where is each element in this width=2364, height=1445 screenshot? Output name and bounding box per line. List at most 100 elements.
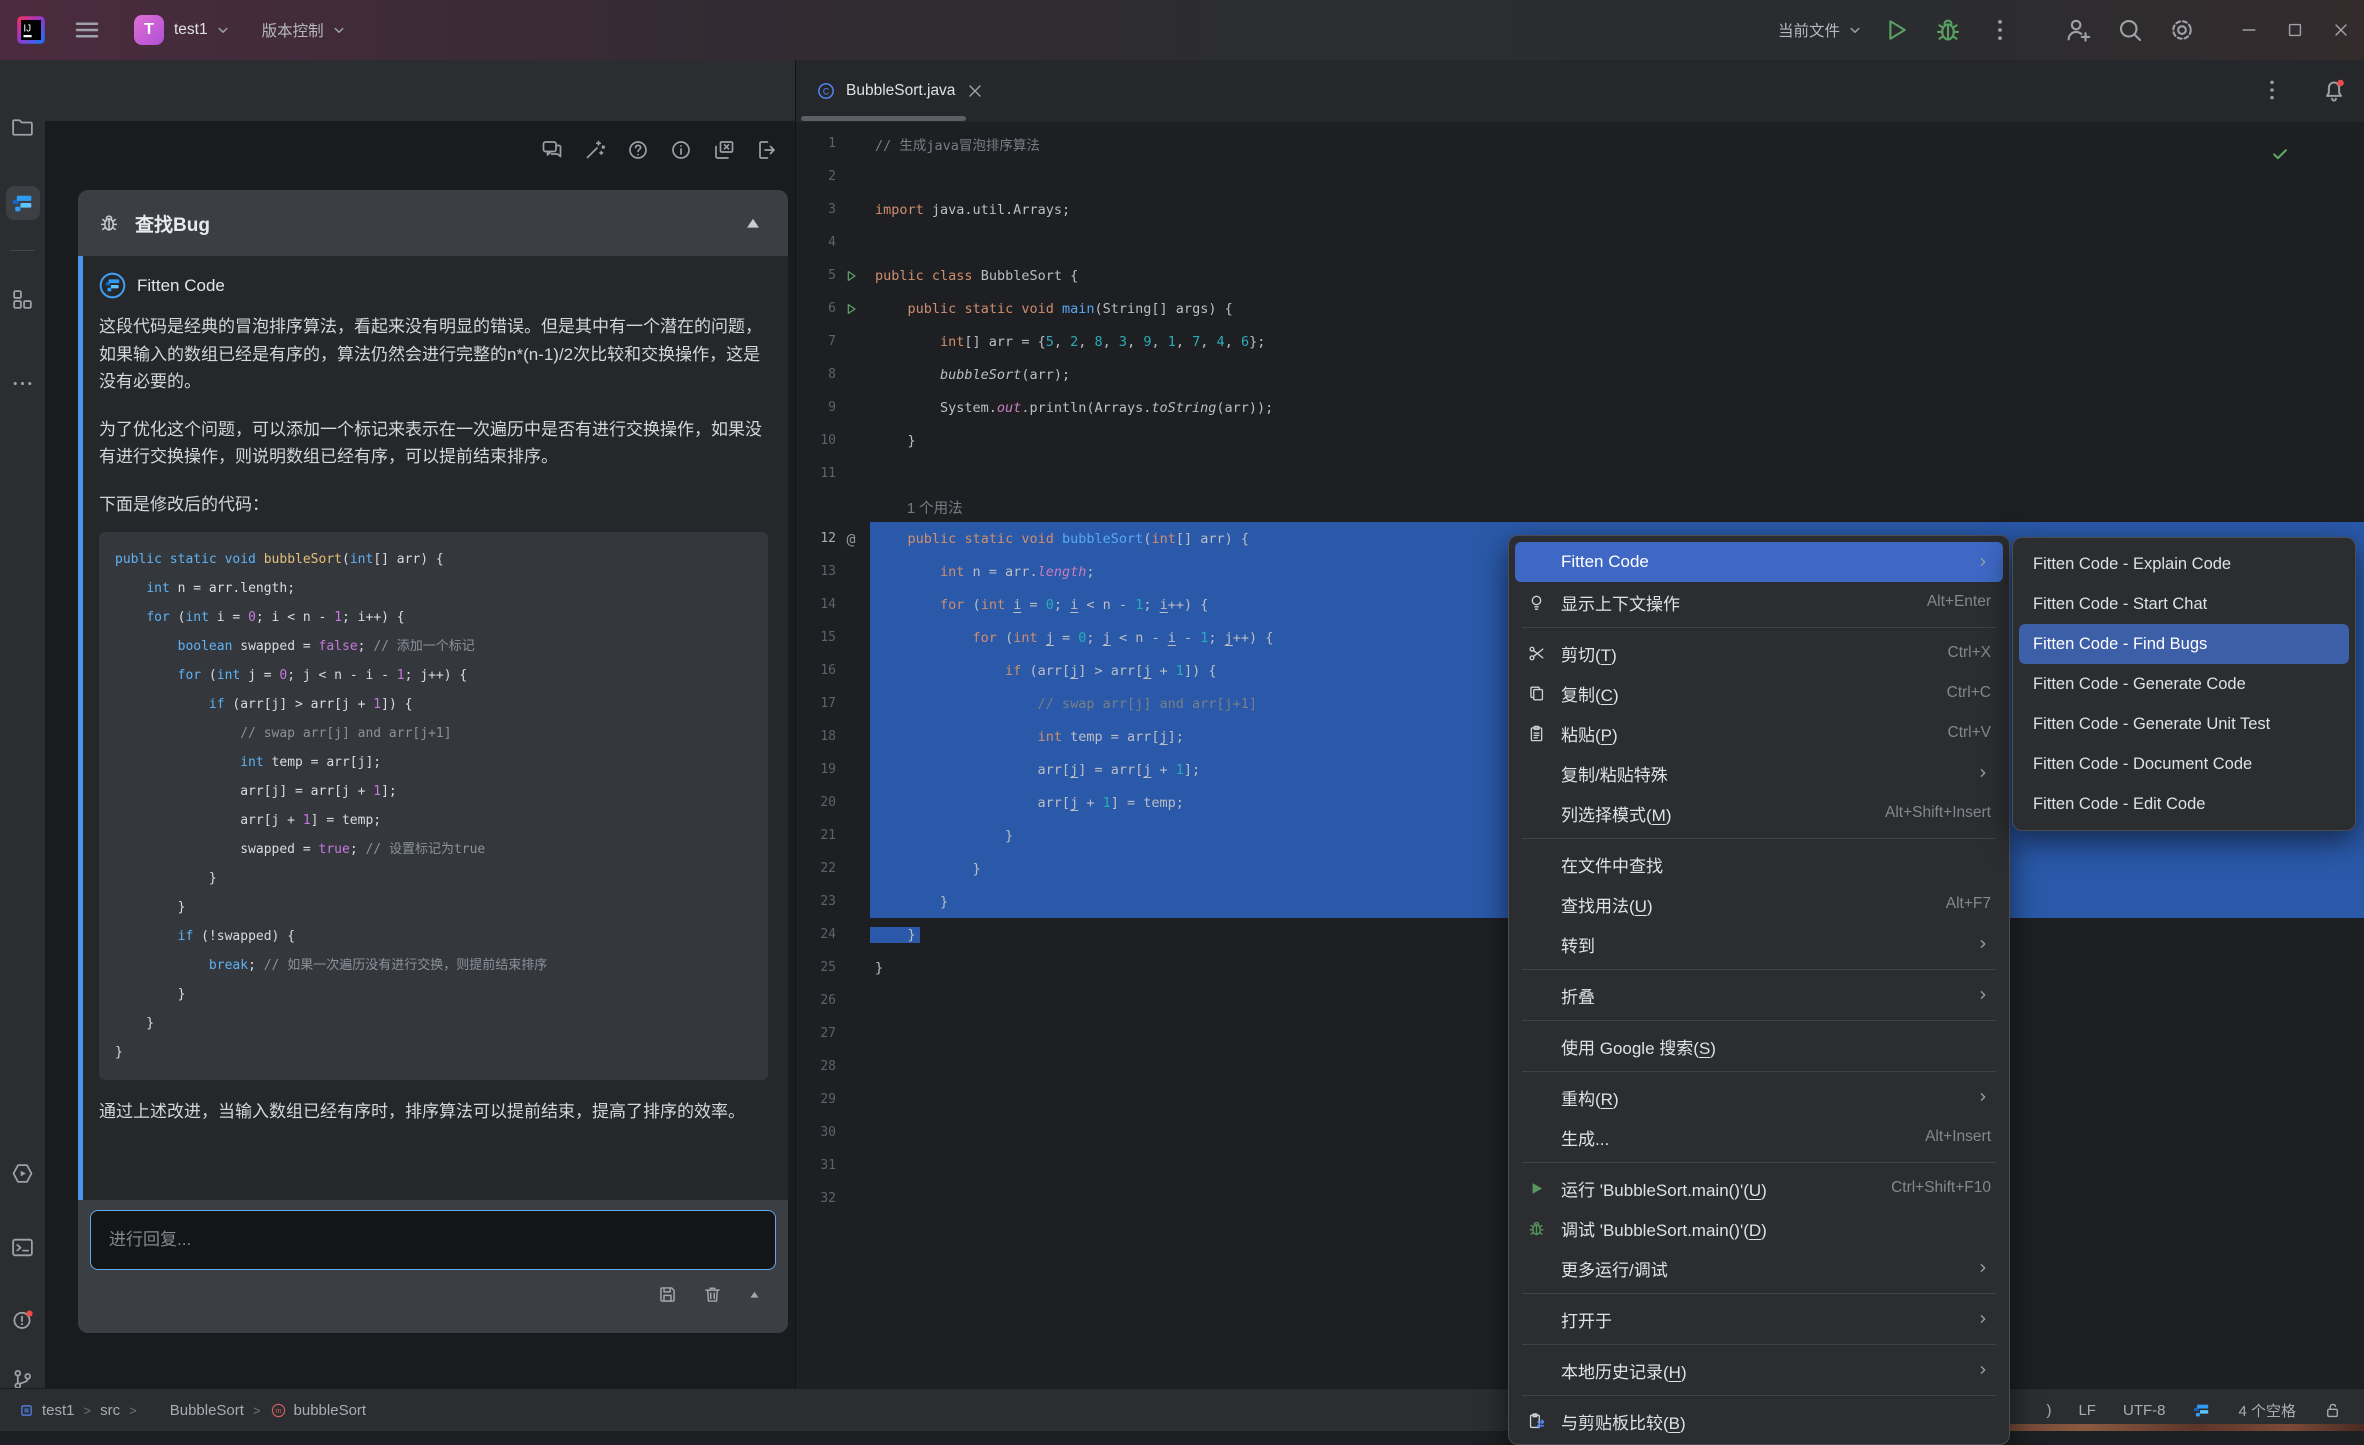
magic-wand-icon[interactable] bbox=[583, 138, 607, 162]
breadcrumb-item[interactable]: mbubbleSort bbox=[270, 1402, 367, 1419]
collapse-up-icon[interactable] bbox=[747, 1284, 762, 1305]
help-circle-icon[interactable] bbox=[626, 138, 650, 162]
breadcrumb-item[interactable]: BubbleSort bbox=[146, 1402, 244, 1419]
code-line[interactable]: 1// 生成java冒泡排序算法 bbox=[796, 127, 2364, 160]
menu-item[interactable]: 折叠 bbox=[1515, 975, 2003, 1015]
chat-bubbles-icon[interactable] bbox=[540, 138, 564, 162]
menu-item[interactable]: 使用 Google 搜索(S) bbox=[1515, 1026, 2003, 1066]
code-line[interactable]: 9 System.out.println(Arrays.toString(arr… bbox=[796, 391, 2364, 424]
chevron-down-icon[interactable] bbox=[330, 21, 348, 39]
tab-bubblesort-java[interactable]: C BubbleSort.java bbox=[810, 60, 991, 122]
menu-item[interactable]: 更多运行/调试 bbox=[1515, 1248, 2003, 1288]
submenu-item[interactable]: Fitten Code - Explain Code bbox=[2019, 544, 2349, 584]
code-line[interactable]: 5public class BubbleSort { bbox=[796, 259, 2364, 292]
chevron-down-icon[interactable] bbox=[214, 21, 232, 39]
save-icon[interactable] bbox=[657, 1284, 678, 1305]
menu-item[interactable]: 查找用法(U)Alt+F7 bbox=[1515, 884, 2003, 924]
project-name[interactable]: test1 bbox=[174, 21, 208, 39]
suggested-code-line: break; // 如果一次遍历没有进行交换，则提前结束排序 bbox=[115, 951, 752, 980]
close-icon[interactable] bbox=[965, 81, 985, 101]
add-user-icon[interactable] bbox=[2063, 15, 2093, 45]
menu-item[interactable]: 在文件中查找 bbox=[1515, 844, 2003, 884]
line-number: 7 bbox=[796, 334, 836, 349]
settings-gear-icon[interactable] bbox=[2167, 15, 2197, 45]
debug-button[interactable] bbox=[1933, 15, 1963, 45]
menu-item[interactable]: 运行 'BubbleSort.main()'(U)Ctrl+Shift+F10 bbox=[1515, 1168, 2003, 1208]
menu-item[interactable]: 粘贴(P)Ctrl+V bbox=[1515, 713, 2003, 753]
code-line[interactable]: 10 } bbox=[796, 424, 2364, 457]
submenu-item[interactable]: Fitten Code - Document Code bbox=[2019, 744, 2349, 784]
collapse-up-icon[interactable] bbox=[742, 212, 764, 234]
trash-icon[interactable] bbox=[702, 1284, 723, 1305]
notifications-bell-icon[interactable] bbox=[2320, 76, 2348, 104]
menu-item[interactable]: 本地历史记录(H) bbox=[1515, 1350, 2003, 1390]
reply-input[interactable] bbox=[91, 1211, 775, 1269]
line-number: 21 bbox=[796, 828, 836, 843]
close-all-windows-icon[interactable] bbox=[712, 138, 736, 162]
sidebar-item-structure[interactable] bbox=[6, 282, 40, 316]
status-widget[interactable]: 4 个空格 bbox=[2238, 1400, 2296, 1421]
gutter-run-icon[interactable] bbox=[843, 268, 859, 284]
project-avatar[interactable]: T bbox=[134, 15, 164, 45]
menu-item[interactable]: 复制/粘贴特殊 bbox=[1515, 753, 2003, 793]
code-line[interactable]: 11 bbox=[796, 457, 2364, 490]
menu-item[interactable]: 生成...Alt+Insert bbox=[1515, 1117, 2003, 1157]
code-line[interactable]: 7 int[] arr = {5, 2, 8, 3, 9, 1, 7, 4, 6… bbox=[796, 325, 2364, 358]
sidebar-item-project[interactable] bbox=[6, 110, 40, 144]
menu-item[interactable]: 打开于 bbox=[1515, 1299, 2003, 1339]
menu-item[interactable]: 显示上下文操作Alt+Enter bbox=[1515, 582, 2003, 622]
menu-item[interactable]: 列选择模式(M)Alt+Shift+Insert bbox=[1515, 793, 2003, 833]
fitten-logo-icon[interactable] bbox=[2192, 1401, 2211, 1420]
chevron-down-icon[interactable] bbox=[1846, 21, 1864, 39]
window-maximize-button[interactable] bbox=[2272, 0, 2318, 60]
sidebar-item-fitten-code[interactable] bbox=[6, 186, 40, 220]
sidebar-item-run[interactable] bbox=[6, 1156, 40, 1190]
submenu-item[interactable]: Fitten Code - Find Bugs bbox=[2019, 624, 2349, 664]
run-hexagon-icon bbox=[10, 1161, 35, 1186]
sidebar-item-problems[interactable] bbox=[6, 1302, 40, 1336]
menu-item[interactable]: Fitten Code bbox=[1515, 542, 2003, 582]
breadcrumb-item[interactable]: src bbox=[100, 1402, 120, 1419]
menu-item[interactable]: 调试 'BubbleSort.main()'(D) bbox=[1515, 1208, 2003, 1248]
line-number: 13 bbox=[796, 564, 836, 579]
tab-options-kebab-icon[interactable] bbox=[2258, 76, 2286, 104]
unlock-icon[interactable] bbox=[2323, 1401, 2342, 1420]
window-minimize-button[interactable] bbox=[2226, 0, 2272, 60]
info-circle-icon[interactable] bbox=[669, 138, 693, 162]
submenu-item[interactable]: Fitten Code - Generate Unit Test bbox=[2019, 704, 2349, 744]
java-class-icon: C bbox=[816, 81, 836, 101]
status-widget[interactable]: UTF-8 bbox=[2123, 1402, 2166, 1419]
status-widget[interactable]: ) bbox=[2046, 1402, 2051, 1419]
run-config-selector[interactable]: 当前文件 bbox=[1778, 19, 1840, 41]
sidebar-item-more[interactable] bbox=[6, 366, 40, 400]
status-widget[interactable]: LF bbox=[2078, 1402, 2096, 1419]
submenu-item[interactable]: Fitten Code - Generate Code bbox=[2019, 664, 2349, 704]
code-line[interactable]: 8 bubbleSort(arr); bbox=[796, 358, 2364, 391]
window-close-button[interactable] bbox=[2318, 0, 2364, 60]
line-number: 5 bbox=[796, 268, 836, 283]
search-icon[interactable] bbox=[2115, 15, 2145, 45]
submenu-item[interactable]: Fitten Code - Edit Code bbox=[2019, 784, 2349, 824]
line-number: 16 bbox=[796, 663, 836, 678]
menu-item[interactable]: 与剪贴板比较(B) bbox=[1515, 1401, 2003, 1441]
code-line[interactable]: 2 bbox=[796, 160, 2364, 193]
submenu-item[interactable]: Fitten Code - Start Chat bbox=[2019, 584, 2349, 624]
code-line[interactable]: 6 public static void main(String[] args)… bbox=[796, 292, 2364, 325]
menu-item[interactable]: 转到 bbox=[1515, 924, 2003, 964]
code-line[interactable]: 3import java.util.Arrays; bbox=[796, 193, 2364, 226]
annotation-gutter-icon[interactable]: @ bbox=[846, 530, 855, 548]
code-line[interactable]: 4 bbox=[796, 226, 2364, 259]
menu-item[interactable]: 重构(R) bbox=[1515, 1077, 2003, 1117]
menu-item[interactable]: 剪切(T)Ctrl+X bbox=[1515, 633, 2003, 673]
more-actions-icon[interactable] bbox=[1985, 15, 2015, 45]
main-menu-icon[interactable] bbox=[72, 15, 102, 45]
exit-panel-icon[interactable] bbox=[755, 138, 779, 162]
menu-item[interactable]: 复制(C)Ctrl+C bbox=[1515, 673, 2003, 713]
run-button[interactable] bbox=[1881, 15, 1911, 45]
breadcrumb-item[interactable]: test1 bbox=[18, 1402, 75, 1419]
menu-item-shortcut: Ctrl+Shift+F10 bbox=[1891, 1179, 1991, 1197]
gutter-run-icon[interactable] bbox=[843, 301, 859, 317]
sidebar-item-terminal[interactable] bbox=[6, 1230, 40, 1264]
vcs-widget[interactable]: 版本控制 bbox=[262, 19, 324, 41]
usages-inlay-hint[interactable]: 1 个用法 bbox=[796, 490, 2364, 522]
